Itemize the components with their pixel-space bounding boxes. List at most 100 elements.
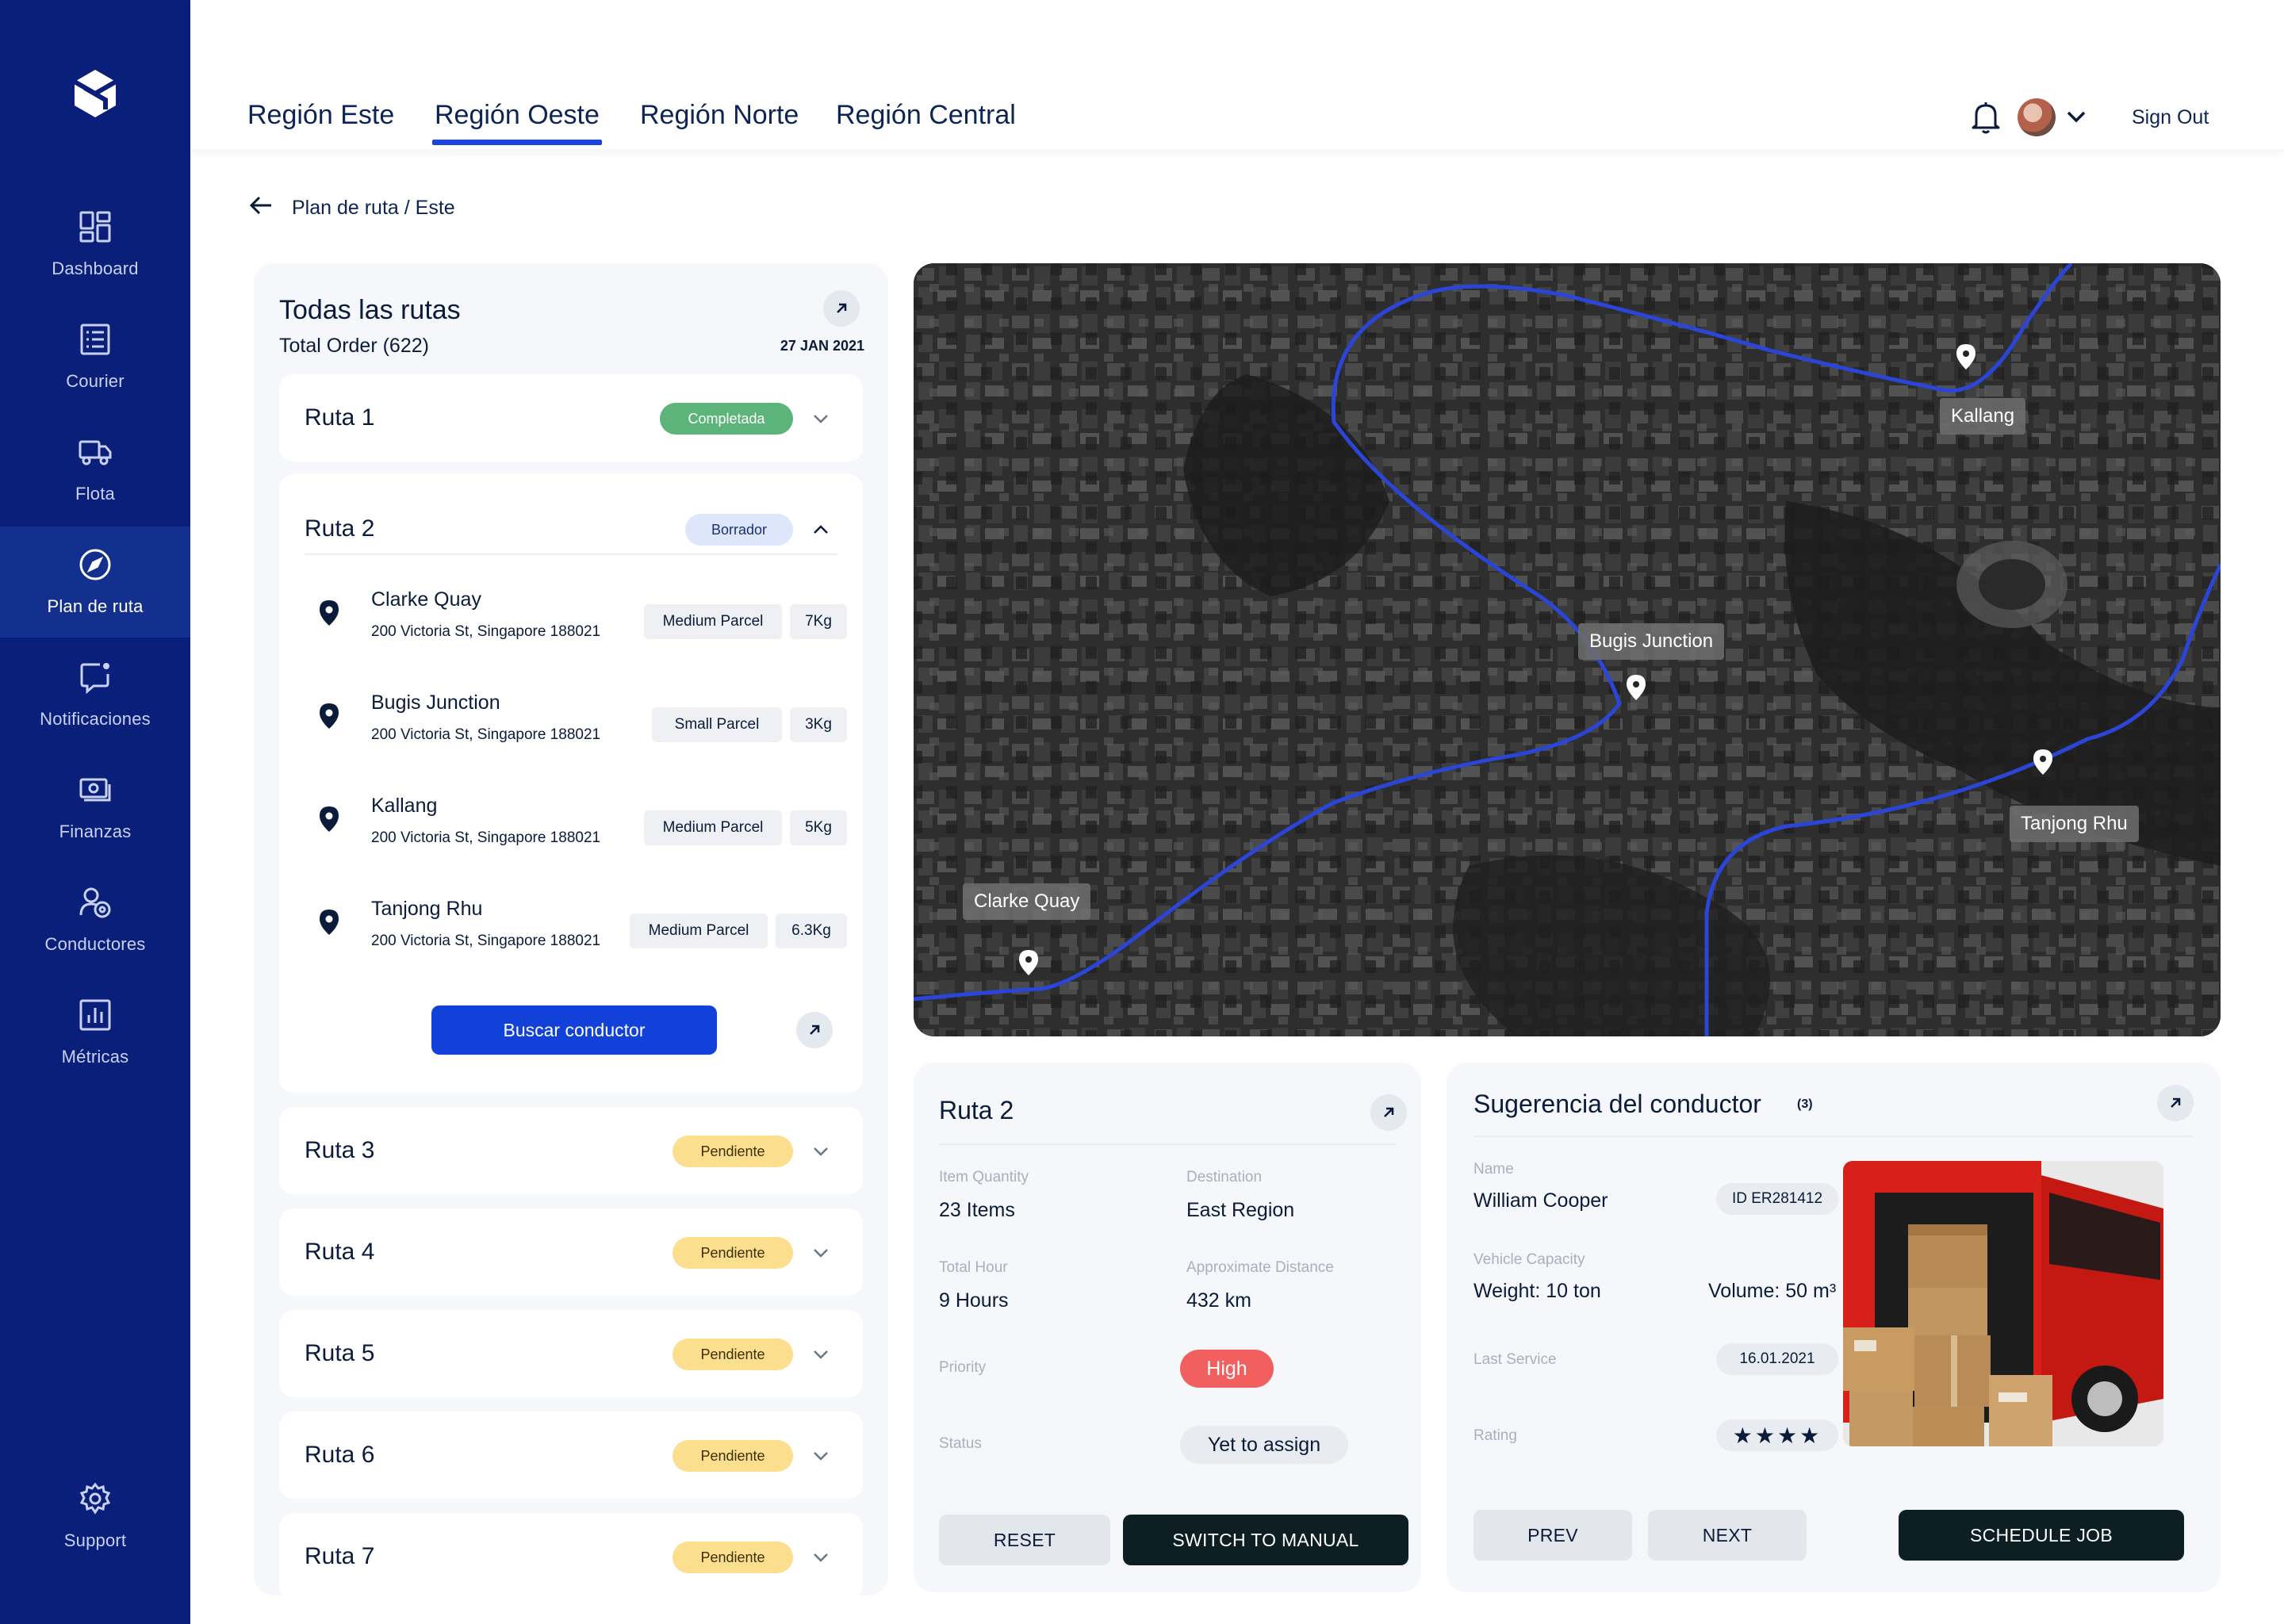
switch-to-manual-button[interactable]: SWITCH TO MANUAL <box>1123 1515 1408 1565</box>
chevron-down-icon[interactable] <box>812 412 830 425</box>
status-label: Status <box>939 1435 982 1452</box>
sidebar-item-dashboard[interactable]: Dashboard <box>0 189 190 300</box>
expand-driver-button[interactable] <box>2157 1085 2194 1121</box>
sign-out-link[interactable]: Sign Out <box>2132 106 2209 129</box>
status-badge: Pendiente <box>673 1440 793 1472</box>
vehicle-volume: Volume: 50 m³ <box>1708 1280 1837 1302</box>
active-tab-indicator <box>432 140 602 145</box>
route-stop[interactable]: Kallang 200 Victoria St, Singapore 18802… <box>319 791 858 855</box>
chevron-down-icon[interactable] <box>812 1450 830 1462</box>
avatar[interactable] <box>2018 98 2056 136</box>
sidebar-item-label: Finanzas <box>59 822 132 841</box>
back-arrow-icon[interactable] <box>249 195 273 216</box>
route-name: Ruta 4 <box>305 1239 375 1265</box>
map-label-clarke-quay[interactable]: Clarke Quay <box>963 883 1091 920</box>
sidebar-item-metricas[interactable]: Métricas <box>0 977 190 1088</box>
tab-region-central[interactable]: Región Central <box>836 100 1016 131</box>
sidebar: Dashboard Courier Flota Plan de ruta Not… <box>0 0 190 1624</box>
route-card[interactable]: Ruta 7 Pendiente <box>279 1513 863 1595</box>
last-service-label: Last Service <box>1473 1351 1557 1368</box>
parcel-weight-tag: 7Kg <box>790 604 847 639</box>
chevron-down-icon[interactable] <box>812 1551 830 1564</box>
parcel-weight-tag: 3Kg <box>790 707 847 742</box>
vehicle-weight: Weight: 10 ton <box>1473 1280 1601 1302</box>
driver-suggestion-count: (3) <box>1797 1097 1813 1111</box>
expand-routes-button[interactable] <box>823 290 860 327</box>
distance-value: 432 km <box>1186 1289 1251 1312</box>
route-card[interactable]: Ruta 1 Completada <box>279 374 863 462</box>
destination-label: Destination <box>1186 1169 1263 1185</box>
sidebar-item-flota[interactable]: Flota <box>0 414 190 525</box>
notification-icon <box>80 663 109 695</box>
route-stop[interactable]: Tanjong Rhu 200 Victoria St, Singapore 1… <box>319 894 858 958</box>
route-card[interactable]: Ruta 5 Pendiente <box>279 1310 863 1397</box>
arrow-up-right-icon <box>810 1025 820 1035</box>
status-badge: Completada <box>660 403 793 435</box>
location-pin-icon <box>320 600 339 626</box>
chevron-down-icon[interactable] <box>2065 108 2087 125</box>
parcel-size-tag: Medium Parcel <box>630 914 768 948</box>
next-button[interactable]: NEXT <box>1648 1510 1807 1561</box>
vehicle-capacity-label: Vehicle Capacity <box>1473 1251 1585 1268</box>
tab-region-oeste[interactable]: Región Oeste <box>435 100 600 131</box>
last-service-chip: 16.01.2021 <box>1716 1343 1838 1375</box>
stop-address: 200 Victoria St, Singapore 188021 <box>371 829 601 846</box>
chevron-down-icon[interactable] <box>812 1247 830 1259</box>
location-pin-icon <box>320 910 339 935</box>
rating-stars: ★★★★ <box>1716 1419 1838 1451</box>
breadcrumb[interactable]: Plan de ruta / Este <box>292 197 455 220</box>
expand-details-button[interactable] <box>1370 1094 1407 1131</box>
sidebar-item-notificaciones[interactable]: Notificaciones <box>0 639 190 750</box>
sidebar-item-support[interactable]: Support <box>0 1461 190 1572</box>
parcel-size-tag: Small Parcel <box>652 707 782 742</box>
chevron-up-icon[interactable] <box>812 523 830 536</box>
total-order-count: Total Order (622) <box>279 335 429 357</box>
route-card[interactable]: Ruta 6 Pendiente <box>279 1411 863 1499</box>
driver-name-label: Name <box>1473 1161 1514 1178</box>
driver-name: William Cooper <box>1473 1189 1608 1212</box>
chevron-down-icon[interactable] <box>812 1145 830 1158</box>
total-hour-label: Total Hour <box>939 1259 1008 1276</box>
map-label-bugis-junction[interactable]: Bugis Junction <box>1578 623 1725 660</box>
location-pin-icon <box>320 806 339 832</box>
prev-button[interactable]: PREV <box>1473 1510 1632 1561</box>
sidebar-item-finanzas[interactable]: Finanzas <box>0 752 190 863</box>
status-badge: Pendiente <box>673 1339 793 1370</box>
gear-icon <box>79 1482 111 1515</box>
finance-icon <box>79 778 111 802</box>
schedule-job-button[interactable]: SCHEDULE JOB <box>1899 1510 2184 1561</box>
drivers-icon <box>79 887 111 918</box>
expand-route-button[interactable] <box>796 1012 833 1048</box>
route-card[interactable]: Ruta 4 Pendiente <box>279 1208 863 1296</box>
find-driver-button[interactable]: Buscar conductor <box>431 1005 717 1055</box>
tab-region-este[interactable]: Región Este <box>247 100 394 131</box>
map-label-tanjong-rhu[interactable]: Tanjong Rhu <box>2010 806 2139 842</box>
route-card[interactable]: Ruta 3 Pendiente <box>279 1107 863 1194</box>
map-label-kallang[interactable]: Kallang <box>1940 398 2026 435</box>
sidebar-item-courier[interactable]: Courier <box>0 301 190 412</box>
route-stop[interactable]: Clarke Quay 200 Victoria St, Singapore 1… <box>319 585 858 649</box>
status-badge: Yet to assign <box>1180 1426 1348 1464</box>
priority-badge: High <box>1180 1350 1274 1388</box>
route-name: Ruta 3 <box>305 1137 375 1163</box>
status-badge: Pendiente <box>673 1237 793 1269</box>
stop-name: Tanjong Rhu <box>371 898 483 920</box>
tab-region-norte[interactable]: Región Norte <box>640 100 799 131</box>
bell-icon[interactable] <box>1970 100 2002 135</box>
sidebar-item-conductores[interactable]: Conductores <box>0 864 190 975</box>
sidebar-item-label: Courier <box>66 371 125 391</box>
route-map[interactable]: Kallang Bugis Junction Tanjong Rhu Clark… <box>914 263 2221 1036</box>
sidebar-item-plan-de-ruta[interactable]: Plan de ruta <box>0 527 190 638</box>
route-stop[interactable]: Bugis Junction 200 Victoria St, Singapor… <box>319 688 858 752</box>
total-hour-value: 9 Hours <box>939 1289 1009 1312</box>
chevron-down-icon[interactable] <box>812 1348 830 1361</box>
reset-button[interactable]: RESET <box>939 1515 1110 1565</box>
distance-label: Approximate Distance <box>1186 1259 1334 1276</box>
status-badge: Pendiente <box>673 1136 793 1167</box>
divider <box>1473 1136 2194 1137</box>
brand-logo <box>73 70 117 117</box>
parcel-size-tag: Medium Parcel <box>644 604 782 639</box>
dashboard-icon <box>79 211 111 243</box>
location-pin-icon <box>320 703 339 729</box>
item-quantity-label: Item Quantity <box>939 1169 1029 1185</box>
